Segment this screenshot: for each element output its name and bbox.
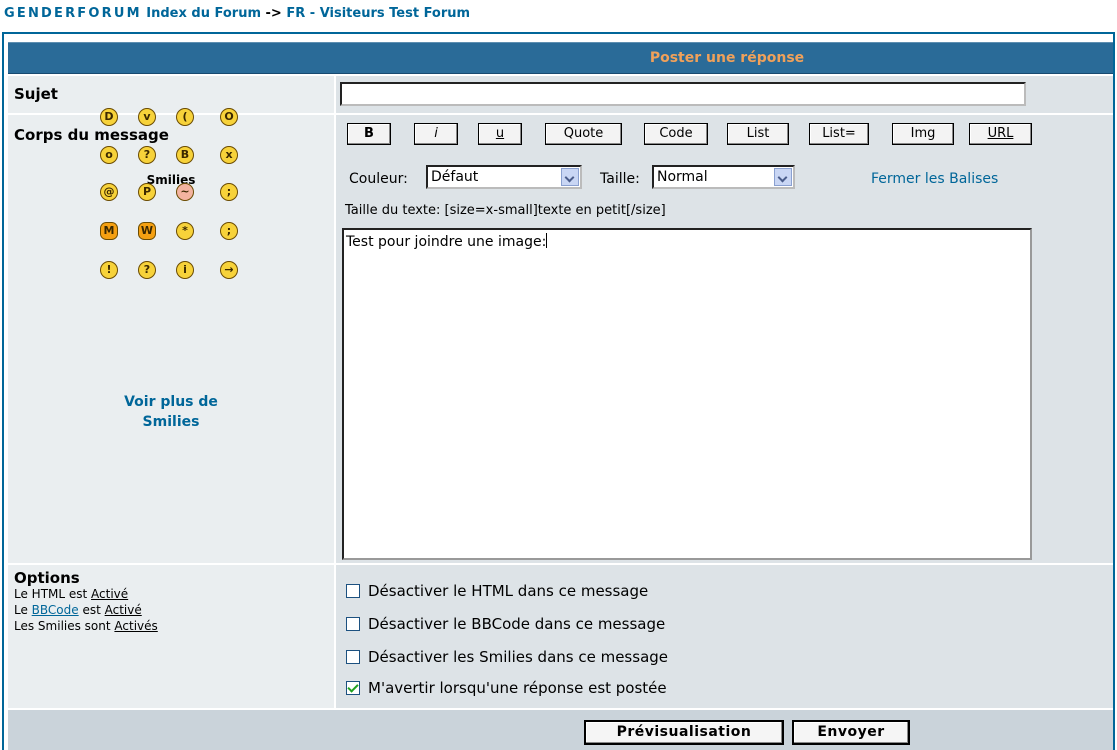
disable-smilies-checkbox[interactable] (346, 650, 360, 664)
options-title: Options (14, 569, 80, 587)
smilies-status-prefix: Les Smilies sont (14, 619, 115, 633)
disable-html-label: Désactiver le HTML dans ce message (368, 582, 649, 600)
bbcode-status: Le BBCode est Activé (14, 603, 142, 617)
form-title: Poster une réponse (649, 50, 805, 66)
idea-smiley-icon[interactable]: i (176, 261, 194, 279)
close-tags-link[interactable]: Fermer les Balises (871, 171, 998, 187)
italic-button[interactable]: i (414, 123, 458, 145)
url-button[interactable]: URL (969, 123, 1032, 145)
embarrassed-smiley-icon[interactable]: ~ (176, 183, 194, 201)
ordered-list-button[interactable]: List= (809, 123, 869, 145)
laughing-smiley-icon[interactable]: x (220, 146, 238, 164)
list-button[interactable]: List (727, 123, 789, 145)
more-smilies-line-2: Smilies (142, 414, 200, 430)
message-body-label: Corps du message (14, 126, 169, 144)
quote-button[interactable]: Quote (545, 123, 622, 145)
confused-smiley-icon[interactable]: ? (138, 146, 156, 164)
message-textarea[interactable]: Test pour joindre une image: (342, 228, 1032, 560)
size-select[interactable]: Normal (652, 165, 795, 189)
breadcrumb: GENDERFORUM Index du Forum -> FR - Visit… (4, 6, 470, 21)
more-smilies-link[interactable]: Voir plus de Smilies (8, 392, 334, 432)
size-label: Taille: (600, 171, 640, 187)
color-select[interactable]: Défaut (426, 165, 582, 189)
question-smiley-icon[interactable]: ? (138, 261, 156, 279)
options-checkbox-cell: Désactiver le HTML dans ce message Désac… (336, 565, 1113, 708)
sad-smiley-icon[interactable]: ( (176, 108, 194, 126)
breadcrumb-separator: -> (265, 6, 282, 21)
color-label: Couleur: (349, 171, 408, 187)
breadcrumb-index-link[interactable]: Index du Forum (146, 6, 261, 21)
smilies-title: Smilies (146, 173, 196, 187)
bbcode-status-prefix: Le (14, 603, 32, 617)
notify-reply-checkbox[interactable] (346, 681, 360, 695)
twisted-evil-smiley-icon[interactable]: W (138, 222, 156, 240)
message-editor-cell: B i u Quote Code List List= Img URL Coul… (336, 115, 1113, 563)
disable-smilies-label: Désactiver les Smilies dans ce message (368, 648, 669, 666)
code-button[interactable]: Code (644, 123, 708, 145)
submit-button[interactable]: Envoyer (792, 720, 910, 745)
grin-smiley-icon[interactable]: v (138, 108, 156, 126)
bbcode-status-value: Activé (104, 603, 142, 617)
form-header: Poster une réponse (8, 42, 1113, 74)
smilies-status-value: Activés (114, 619, 158, 633)
big-grin-smiley-icon[interactable]: D (100, 108, 118, 126)
message-label-cell: Corps du message Smilies Dv ( Oo? Bx @ P ~; M W *… (8, 108, 334, 563)
arrow-smiley-icon[interactable]: → (220, 261, 238, 279)
razz-smiley-icon[interactable]: P (138, 183, 156, 201)
size-select-value: Normal (657, 169, 708, 185)
smilies-status: Les Smilies sont Activés (14, 619, 158, 633)
disable-smilies-option[interactable]: Désactiver les Smilies dans ce message (346, 648, 668, 668)
wink-smiley-icon[interactable]: ; (220, 222, 238, 240)
message-text: Test pour joindre une image: (346, 234, 547, 250)
text-caret (546, 233, 548, 248)
form-actions-bar: Prévisualisation Envoyer (8, 710, 1113, 750)
options-label-cell: Options Le HTML est Activé Le BBCode est… (8, 565, 334, 708)
html-status: Le HTML est Activé (14, 587, 128, 601)
bold-button[interactable]: B (347, 123, 391, 145)
subject-label: Sujet (14, 85, 58, 103)
image-button[interactable]: Img (892, 123, 954, 145)
exclamation-smiley-icon[interactable]: ! (100, 261, 118, 279)
subject-label-cell: Sujet (8, 76, 334, 113)
underline-button[interactable]: u (478, 123, 522, 145)
color-select-value: Défaut (431, 169, 479, 185)
eek-smiley-icon[interactable]: o (100, 146, 118, 164)
subject-input[interactable] (340, 82, 1026, 106)
evil-smiley-icon[interactable]: M (100, 222, 118, 240)
disable-bbcode-checkbox[interactable] (346, 617, 360, 631)
shocked-smiley-icon[interactable]: O (220, 108, 238, 126)
mad-smiley-icon[interactable]: @ (100, 183, 118, 201)
preview-button[interactable]: Prévisualisation (584, 720, 784, 745)
rolling-eyes-smiley-icon[interactable]: * (176, 222, 194, 240)
disable-bbcode-label: Désactiver le BBCode dans ce message (368, 615, 666, 633)
html-status-value: Activé (91, 587, 129, 601)
subject-input-cell (336, 76, 1113, 113)
chevron-down-icon (774, 168, 792, 186)
notify-reply-label: M'avertir lorsqu'une réponse est postée (368, 679, 667, 697)
bbcode-status-middle: est (78, 603, 105, 617)
bbcode-help-text: Taille du texte: [size=x-small]texte en … (345, 203, 666, 218)
breadcrumb-forum-link[interactable]: FR - Visiteurs Test Forum (286, 6, 470, 21)
more-smilies-line-1: Voir plus de (124, 394, 218, 410)
crying-smiley-icon[interactable]: ; (220, 183, 238, 201)
chevron-down-icon (561, 168, 579, 186)
disable-html-checkbox[interactable] (346, 584, 360, 598)
bbcode-help-link[interactable]: BBCode (32, 603, 79, 617)
disable-bbcode-option[interactable]: Désactiver le BBCode dans ce message (346, 615, 665, 635)
breadcrumb-site-link[interactable]: GENDERFORUM (4, 6, 142, 21)
notify-reply-option[interactable]: M'avertir lorsqu'une réponse est postée (346, 679, 667, 699)
disable-html-option[interactable]: Désactiver le HTML dans ce message (346, 582, 648, 602)
cool-smiley-icon[interactable]: B (176, 146, 194, 164)
html-status-prefix: Le HTML est (14, 587, 92, 601)
